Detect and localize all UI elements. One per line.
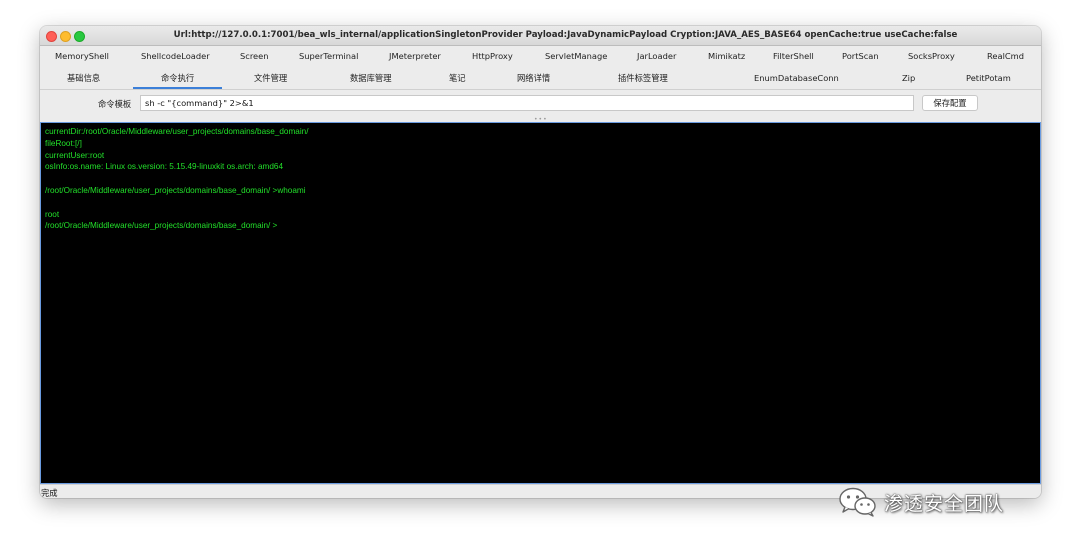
app-window: Url:http://127.0.0.1:7001/bea_wls_intern… bbox=[40, 26, 1041, 498]
tab-jarloader[interactable]: JarLoader bbox=[637, 46, 676, 67]
status-text: 完成 bbox=[41, 488, 58, 498]
tab-mimikatz[interactable]: Mimikatz bbox=[708, 46, 745, 67]
tab-portscan[interactable]: PortScan bbox=[842, 46, 879, 67]
watermark: 渗透安全团队 bbox=[838, 484, 1004, 520]
tab-basic-info[interactable]: 基础信息 bbox=[67, 68, 100, 89]
tab-memoryshell[interactable]: MemoryShell bbox=[55, 46, 109, 67]
terminal-line: currentDir:/root/Oracle/Middleware/user_… bbox=[45, 127, 309, 136]
tab-socksproxy[interactable]: SocksProxy bbox=[908, 46, 955, 67]
tab-database-manager[interactable]: 数据库管理 bbox=[350, 68, 392, 89]
title-bar: Url:http://127.0.0.1:7001/bea_wls_intern… bbox=[40, 26, 1041, 46]
tab-notes[interactable]: 笔记 bbox=[449, 68, 466, 89]
terminal-line: /root/Oracle/Middleware/user_projects/do… bbox=[45, 185, 306, 195]
tab-realcmd[interactable]: RealCmd bbox=[987, 46, 1024, 67]
save-config-button[interactable]: 保存配置 bbox=[922, 95, 978, 111]
tab-superterminal[interactable]: SuperTerminal bbox=[299, 46, 358, 67]
tab-enumdatabaseconn[interactable]: EnumDatabaseConn bbox=[754, 68, 839, 89]
tab-servletmanage[interactable]: ServletManage bbox=[545, 46, 607, 67]
watermark-text: 渗透安全团队 bbox=[884, 492, 1005, 515]
close-window-button[interactable] bbox=[46, 31, 57, 42]
tab-plugin-tag-manager[interactable]: 插件标签管理 bbox=[618, 68, 668, 89]
command-template-row: 命令模板 保存配置 bbox=[40, 91, 1041, 118]
minimize-window-button[interactable] bbox=[60, 31, 71, 42]
terminal-line: currentUser:root bbox=[45, 150, 105, 160]
tab-petitpotam[interactable]: PetitPotam bbox=[966, 68, 1011, 89]
tab-jmeterpreter[interactable]: JMeterpreter bbox=[389, 46, 441, 67]
tab-network-details[interactable]: 网络详情 bbox=[517, 68, 550, 89]
main-tab-bar: 基础信息 命令执行 文件管理 数据库管理 笔记 网络详情 插件标签管理 Enum… bbox=[40, 68, 1041, 90]
command-template-input[interactable] bbox=[140, 95, 914, 111]
tab-file-manager[interactable]: 文件管理 bbox=[254, 68, 287, 89]
tab-screen[interactable]: Screen bbox=[240, 46, 269, 67]
plugin-tab-bar: MemoryShell ShellcodeLoader Screen Super… bbox=[40, 46, 1041, 67]
terminal-output[interactable]: currentDir:/root/Oracle/Middleware/user_… bbox=[40, 122, 1041, 484]
terminal-line: root bbox=[45, 209, 60, 219]
terminal-line: fileRoot:[/] bbox=[45, 138, 82, 148]
zoom-window-button[interactable] bbox=[74, 31, 85, 42]
tab-zip[interactable]: Zip bbox=[902, 68, 915, 89]
terminal-line: osInfo:os.name: Linux os.version: 5.15.4… bbox=[45, 162, 284, 172]
window-title: Url:http://127.0.0.1:7001/bea_wls_intern… bbox=[173, 30, 958, 40]
command-template-label: 命令模板 bbox=[98, 99, 132, 109]
tab-shellcodeloader[interactable]: ShellcodeLoader bbox=[141, 46, 210, 67]
terminal-prompt-line: /root/Oracle/Middleware/user_projects/do… bbox=[45, 221, 278, 231]
wechat-icon bbox=[839, 487, 876, 517]
tab-filtershell[interactable]: FilterShell bbox=[773, 46, 814, 67]
tab-command-exec[interactable]: 命令执行 bbox=[132, 68, 223, 89]
tab-httpproxy[interactable]: HttpProxy bbox=[472, 46, 513, 67]
